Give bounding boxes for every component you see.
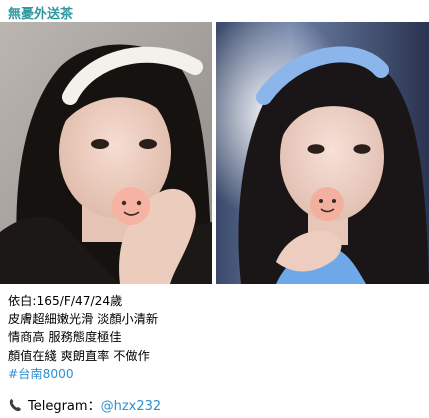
pig-face-icon <box>310 187 344 221</box>
photo-2-image <box>216 22 429 284</box>
pig-face-icon <box>112 187 150 225</box>
caption-line-3: 情商高 服務態度極佳 <box>8 330 122 345</box>
channel-name[interactable]: 無憂外送茶 <box>8 3 73 22</box>
photo-1-image <box>0 22 212 284</box>
photo-1[interactable] <box>0 22 212 284</box>
message-caption: 依白:165/F/47/24歲 皮膚超細嫩光滑 淡顏小清新 情商高 服務態度極佳… <box>8 292 418 383</box>
hashtag-link[interactable]: #台南8000 <box>8 365 418 383</box>
photo-album <box>0 22 429 284</box>
caption-line-1: 依白:165/F/47/24歲 <box>8 294 123 308</box>
telegram-contact: Telegram：@hzx232 <box>8 398 161 416</box>
caption-line-4: 顏值在綫 爽朗直率 不做作 <box>8 348 150 363</box>
message-bubble: 無憂外送茶 依白:165/F/47/24歲 皮膚超細嫩光滑 淡顏小清新 情商高 … <box>0 0 429 418</box>
telegram-label: Telegram： <box>28 399 101 414</box>
photo-2[interactable] <box>216 22 429 284</box>
telegram-handle-link[interactable]: @hzx232 <box>101 399 162 414</box>
caption-line-2: 皮膚超細嫩光滑 淡顏小清新 <box>8 312 159 327</box>
telephone-icon <box>8 398 26 412</box>
